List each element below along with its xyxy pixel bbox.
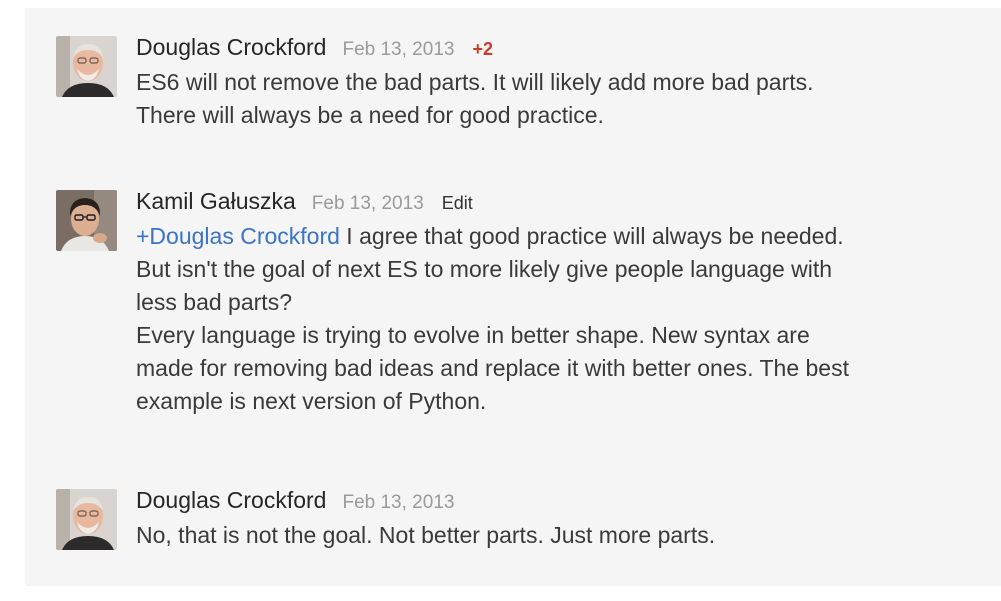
comment-line: less bad parts? xyxy=(136,289,292,315)
comment-body: Douglas Crockford Feb 13, 2013 No, that i… xyxy=(136,485,972,552)
edit-link[interactable]: Edit xyxy=(442,193,473,213)
avatar[interactable] xyxy=(56,489,117,550)
comment-line-text: I agree that good practice will always b… xyxy=(339,223,844,249)
comment-body: Kamil Gałuszka Feb 13, 2013 Edit +Douglas … xyxy=(136,186,972,418)
author-name[interactable]: Douglas Crockford xyxy=(136,487,326,513)
comment-header: Douglas Crockford Feb 13, 2013 xyxy=(136,485,972,515)
mention-link[interactable]: +Douglas Crockford xyxy=(136,223,340,249)
comment-date[interactable]: Feb 13, 2013 xyxy=(342,39,454,60)
avatar[interactable] xyxy=(56,36,117,97)
comment-line: But isn't the goal of next ES to more li… xyxy=(136,256,833,282)
author-name[interactable]: Kamil Gałuszka xyxy=(136,188,296,214)
comment-line: example is next version of Python. xyxy=(136,388,487,414)
comment-text: ES6 will not remove the bad parts. It wi… xyxy=(136,66,972,132)
comment-date[interactable]: Feb 13, 2013 xyxy=(312,193,424,214)
plus-one-count[interactable]: +2 xyxy=(472,39,493,59)
comment-line: Every language is trying to evolve in be… xyxy=(136,322,810,348)
comment-date[interactable]: Feb 13, 2013 xyxy=(342,492,454,513)
comment-thread: Douglas Crockford Feb 13, 2013 +2 ES6 will… xyxy=(25,8,1001,586)
comment-body: Douglas Crockford Feb 13, 2013 +2 ES6 will… xyxy=(136,32,972,132)
comment-line: +Douglas Crockford I agree that good pra… xyxy=(136,220,972,253)
comment-header: Kamil Gałuszka Feb 13, 2013 Edit xyxy=(136,186,972,216)
avatar[interactable] xyxy=(56,190,117,251)
comment-text: No, that is not the goal. Not better par… xyxy=(136,519,972,552)
comment-line: There will always be a need for good pra… xyxy=(136,102,604,128)
comment-line: ES6 will not remove the bad parts. It wi… xyxy=(136,69,814,95)
comment-text: +Douglas Crockford I agree that good pra… xyxy=(136,220,972,418)
comment-line: made for removing bad ideas and replace … xyxy=(136,355,849,381)
comment-header: Douglas Crockford Feb 13, 2013 +2 xyxy=(136,32,972,62)
comment-line: No, that is not the goal. Not better par… xyxy=(136,522,716,548)
author-name[interactable]: Douglas Crockford xyxy=(136,34,326,60)
